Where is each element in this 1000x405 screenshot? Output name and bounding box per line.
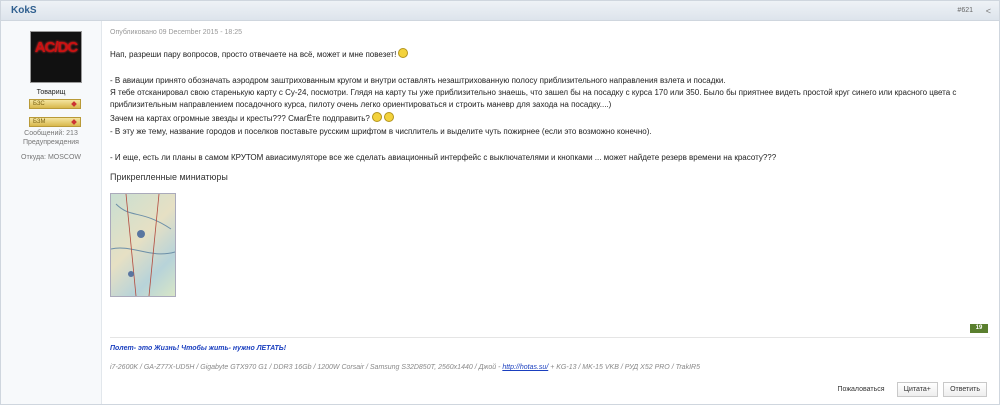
post-line: - В эту же тему, название городов и посе… [110,127,652,136]
post-line: Я тебе отсканировал свою старенькую карт… [110,88,957,97]
post-actions: Пожаловаться Цитата+ Ответить [828,382,987,397]
post-header: KokS #621 < [1,1,999,21]
badge-label: БЗМ [33,119,46,125]
badge-bzm: БЗМ [29,117,81,127]
map-thumbnail[interactable] [110,193,176,297]
reply-button[interactable]: Ответить [943,382,987,397]
badge-label: БЗС [33,101,45,107]
share-icon[interactable]: < [986,6,991,16]
author-sidebar: AC/DC Товарищ БЗС БЗМ Сообщений: 213 Пре… [1,21,102,404]
signature-divider [110,337,990,338]
location-label: Откуда: [21,154,46,161]
avatar-logo-text: AC/DC [34,39,79,56]
published-date: Опубликовано 09 December 2015 - 18:25 [110,29,243,36]
quote-button[interactable]: Цитата+ [896,382,938,397]
post-text: Зачем на картах огромные звезды и кресты… [110,114,370,123]
post-line: приблизительным направлением посадочного… [110,100,612,109]
post-line: - В авиации принято обозначать аэродром … [110,76,726,85]
message-count: Сообщений: 213 [24,130,78,137]
specs-text: i7-2600K / GA-Z77X-UD5H / Gigabyte GTX97… [110,364,503,371]
location-value: MOSCOW [47,154,81,161]
author-rank: Товарищ [36,89,66,96]
star-icon [71,119,77,125]
smiley-icon [371,112,382,122]
attachments-title: Прикрепленные миниатюры [110,172,228,182]
post-line: - И еще, есть ли планы в самом КРУТОМ ав… [110,153,777,162]
star-icon [71,101,77,107]
map-lines [110,193,176,297]
avatar[interactable]: AC/DC [30,31,82,83]
badge-bzs: БЗС [29,99,81,109]
signature-specs: i7-2600K / GA-Z77X-UD5H / Gigabyte GTX97… [110,364,700,371]
hotas-link[interactable]: http://hotas.su/ [502,364,548,371]
report-button[interactable]: Пожаловаться [831,382,892,397]
post-line: Зачем на картах огромные звезды и кресты… [110,112,394,123]
specs-text: + KG-13 / MK-15 VKB / РУД X52 PRO / Trak… [548,364,700,371]
smiley-icon [383,112,394,122]
smiley-icon [398,48,409,58]
post-text: Нап, разреши пару вопросов, просто отвеч… [110,50,397,59]
post-line: Нап, разреши пару вопросов, просто отвеч… [110,48,409,59]
warnings-link[interactable]: Предупреждения [1,139,101,146]
post-number-link[interactable]: #621 [957,7,973,14]
signature-motto: Полет- это Жизнь! Чтобы жить- нужно ЛЕТА… [110,345,287,352]
forum-post: KokS #621 < AC/DC Товарищ БЗС БЗМ Сообще… [0,0,1000,405]
author-name-link[interactable]: KokS [11,5,37,16]
location: Откуда: MOSCOW [1,154,101,161]
likes-badge[interactable]: 19 [970,324,988,333]
